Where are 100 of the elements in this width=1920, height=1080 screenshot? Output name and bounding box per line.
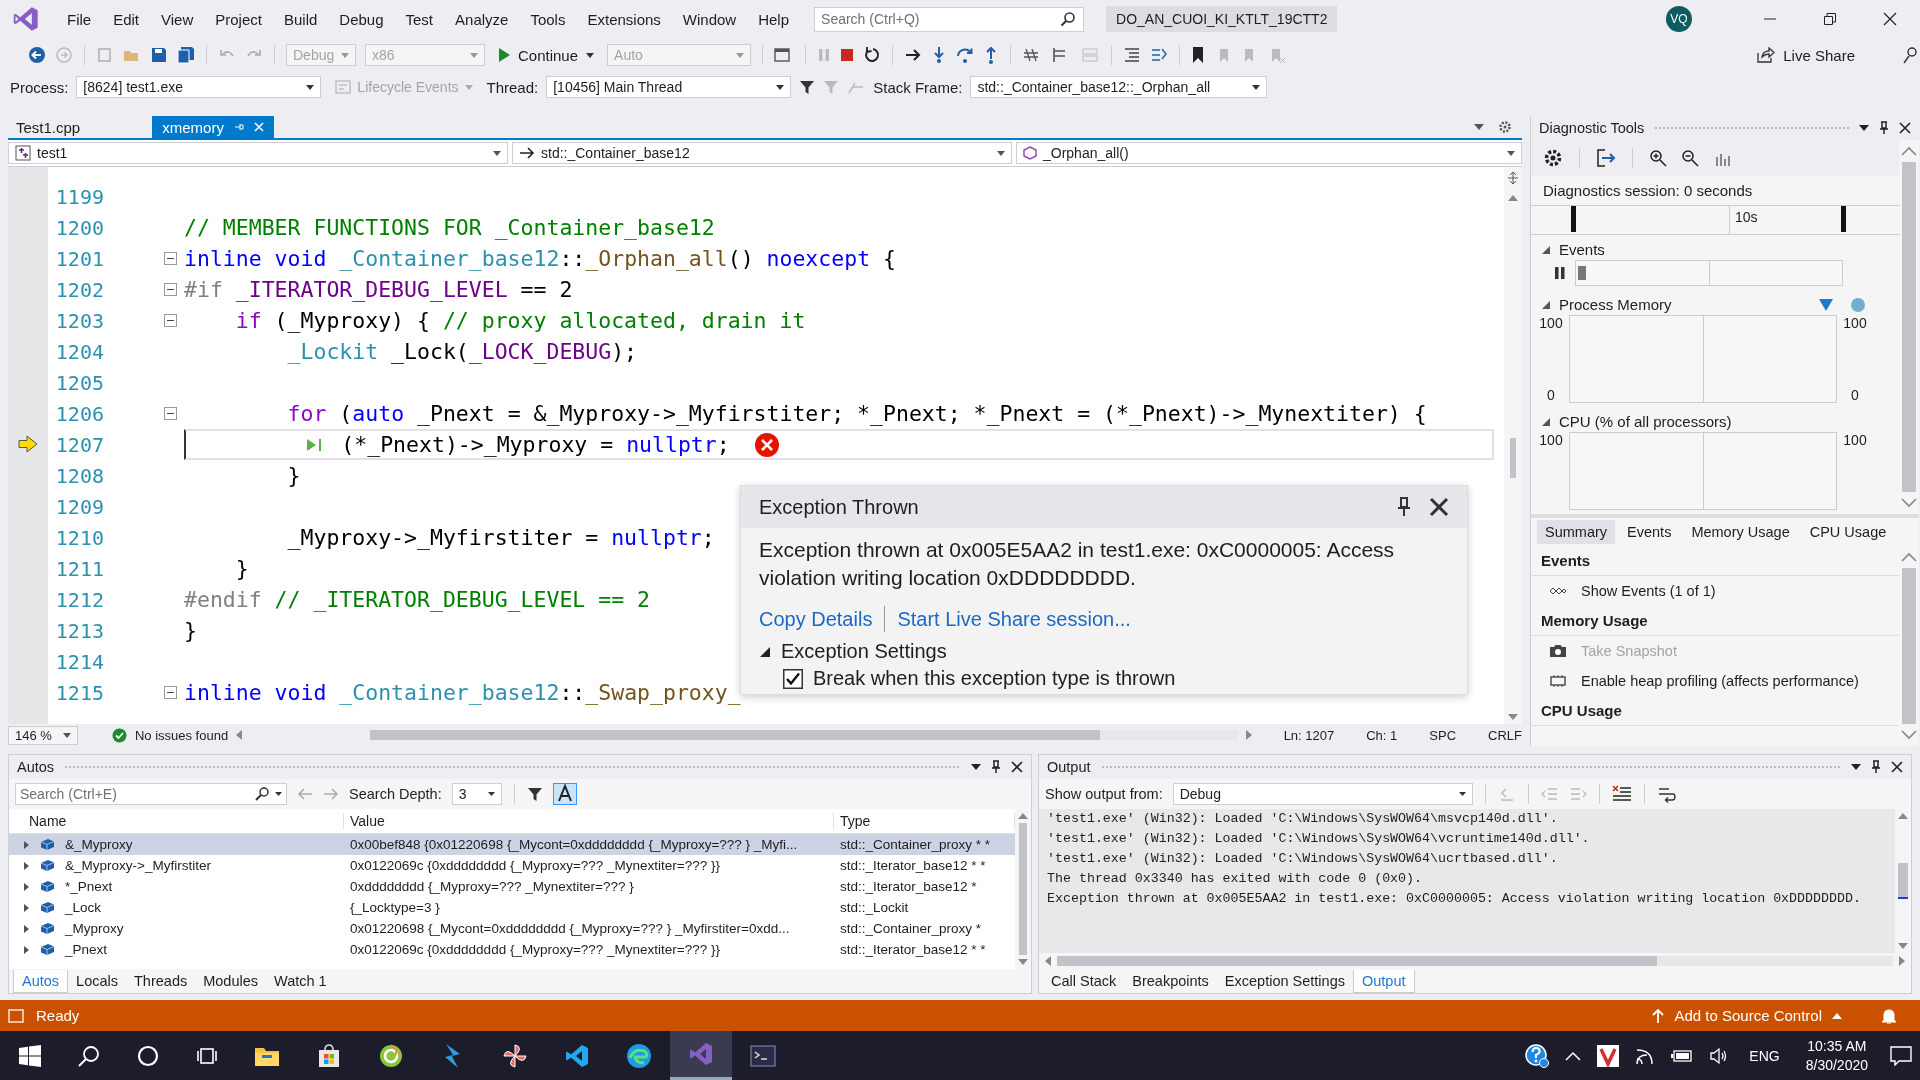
settings-icon[interactable] xyxy=(1543,148,1563,168)
search-icon[interactable] xyxy=(255,787,269,801)
scroll-left-icon[interactable] xyxy=(1045,956,1051,966)
popup-link[interactable]: Copy Details xyxy=(759,607,873,631)
popup-link[interactable]: Start Live Share session... xyxy=(897,607,1131,631)
collapse-icon[interactable] xyxy=(164,252,177,265)
caret-icon[interactable] xyxy=(1474,124,1484,130)
expanded-triangle-icon[interactable] xyxy=(759,645,771,658)
expand-arrow-icon[interactable] xyxy=(23,860,30,871)
variable-row[interactable]: &_Myproxy->_Myfirstiter 0x0122069c {0xdddddddd {_Myproxy=??? _Mynextiter=??? }} std::_Iterator_base12 * * xyxy=(9,855,1015,876)
search-depth-dropdown[interactable]: 3 xyxy=(451,783,502,805)
collapse-icon[interactable] xyxy=(164,314,177,327)
collapse-icon[interactable] xyxy=(164,283,177,296)
close-icon[interactable] xyxy=(1429,497,1449,517)
step-over-icon[interactable] xyxy=(956,46,975,64)
menu-item[interactable]: Test xyxy=(394,10,445,28)
zoom-out-icon[interactable] xyxy=(1681,149,1699,167)
tab[interactable]: Breakpoints xyxy=(1124,970,1217,992)
column-header[interactable]: Value xyxy=(344,813,834,829)
timeline-ruler[interactable]: 10s xyxy=(1531,206,1899,235)
range-start-handle[interactable] xyxy=(1571,206,1576,232)
scroll-left-icon[interactable] xyxy=(236,730,243,740)
expanded-triangle-icon[interactable] xyxy=(1541,416,1551,427)
scrollbar-thumb[interactable] xyxy=(1019,823,1027,955)
variable-row[interactable]: *_Pnext 0xdddddddd {_Myproxy=??? _Mynextiter=??? } std::_Iterator_base12 * xyxy=(9,876,1015,897)
summary-action[interactable]: Enable heap profiling (affects performance) xyxy=(1531,666,1899,696)
expanded-triangle-icon[interactable] xyxy=(1541,299,1551,310)
expand-arrow-icon[interactable] xyxy=(23,881,30,892)
menu-item[interactable]: Edit xyxy=(102,10,151,28)
back-icon[interactable] xyxy=(28,46,46,64)
word-wrap-icon[interactable] xyxy=(1656,785,1677,803)
stack-frame-dropdown[interactable]: std::_Container_base12::_Orphan_all xyxy=(970,76,1268,98)
source-control-button[interactable]: Add to Source Control xyxy=(1646,1006,1848,1025)
split-icon[interactable] xyxy=(1507,171,1519,185)
checkbox[interactable] xyxy=(783,668,803,689)
scroll-down-icon[interactable] xyxy=(1901,730,1917,740)
project-dropdown[interactable]: test1 xyxy=(8,142,508,164)
tab[interactable]: Call Stack xyxy=(1043,970,1125,992)
filter-icon[interactable] xyxy=(799,79,816,95)
search-field[interactable]: Search (Ctrl+Q) xyxy=(814,6,1085,32)
restart-icon[interactable] xyxy=(863,46,882,64)
scrollbar-thumb[interactable] xyxy=(1510,437,1516,478)
scroll-down-icon[interactable] xyxy=(1901,498,1917,508)
scroll-up-icon[interactable] xyxy=(1901,146,1917,156)
tab[interactable]: Autos xyxy=(13,969,69,993)
collapse-icon[interactable] xyxy=(164,686,177,699)
menu-item[interactable]: Debug xyxy=(328,10,395,28)
menu-item[interactable]: Help xyxy=(747,10,801,28)
caret-icon[interactable] xyxy=(971,764,981,770)
scroll-up-icon[interactable] xyxy=(1508,195,1518,201)
notification-icon[interactable] xyxy=(1890,1045,1912,1066)
tab[interactable]: Summary xyxy=(1537,520,1616,544)
tab[interactable]: Memory Usage xyxy=(1683,520,1798,544)
letter-a-icon[interactable] xyxy=(552,783,577,805)
expand-arrow-icon[interactable] xyxy=(23,902,30,913)
export-icon[interactable] xyxy=(1596,148,1616,168)
clear-all-icon[interactable] xyxy=(1611,785,1632,803)
zoom-in-icon[interactable] xyxy=(1649,149,1667,167)
tab[interactable]: Watch 1 xyxy=(266,970,335,992)
scope-dropdown[interactable]: std::_Container_base12 xyxy=(512,142,1012,164)
menu-item[interactable]: File xyxy=(56,10,103,28)
tab[interactable]: Events xyxy=(1619,520,1680,544)
issues-status[interactable]: No issues found xyxy=(134,727,229,743)
pause-icon[interactable] xyxy=(1555,267,1565,279)
close-icon[interactable] xyxy=(1883,12,1897,26)
scroll-right-icon[interactable] xyxy=(1899,956,1905,966)
document-tab[interactable]: Test1.cpp xyxy=(8,116,89,138)
scrollbar-thumb[interactable] xyxy=(1057,956,1657,966)
member-dropdown[interactable]: _Orphan_all() xyxy=(1016,142,1522,164)
menu-item[interactable]: Project xyxy=(204,10,273,28)
scroll-down-icon[interactable] xyxy=(1898,943,1908,949)
tab[interactable]: Output xyxy=(1352,969,1415,993)
range-end-handle[interactable] xyxy=(1841,206,1846,232)
help-icon[interactable] xyxy=(1525,1043,1550,1068)
caret-icon[interactable] xyxy=(1859,125,1869,131)
tab[interactable]: Exception Settings xyxy=(1216,970,1353,992)
scroll-down-icon[interactable] xyxy=(1018,959,1028,965)
variable-row[interactable]: _Lock {_Locktype=3 } std::_Lockit xyxy=(9,897,1015,918)
scroll-up-icon[interactable] xyxy=(1018,813,1028,819)
tab[interactable]: CPU Usage xyxy=(1801,520,1895,544)
chevron-up-icon[interactable] xyxy=(1565,1050,1582,1061)
bell-icon[interactable] xyxy=(1880,1006,1898,1025)
tab[interactable]: Modules xyxy=(195,970,267,992)
menu-item[interactable]: Window xyxy=(671,10,748,28)
zoom-dropdown[interactable]: 146 % xyxy=(8,725,78,745)
close-icon[interactable] xyxy=(1891,761,1903,773)
menu-item[interactable]: Extensions xyxy=(576,10,672,28)
thread-dropdown[interactable]: [10456] Main Thread xyxy=(546,76,792,98)
pin-icon[interactable] xyxy=(991,760,1001,774)
tab[interactable]: Threads xyxy=(126,970,196,992)
menu-item[interactable]: Tools xyxy=(519,10,577,28)
process-dropdown[interactable]: [8624] test1.exe xyxy=(76,76,322,98)
indent-icon[interactable] xyxy=(1123,46,1142,64)
scrollbar-thumb[interactable] xyxy=(1902,162,1916,492)
scrollbar-thumb[interactable] xyxy=(1902,568,1916,724)
live-share-button[interactable]: Live Share xyxy=(1751,45,1861,65)
battery-icon[interactable] xyxy=(1671,1048,1694,1063)
search-icon[interactable] xyxy=(78,1044,100,1067)
circle-icon[interactable] xyxy=(137,1044,159,1067)
expand-arrow-icon[interactable] xyxy=(23,944,30,955)
